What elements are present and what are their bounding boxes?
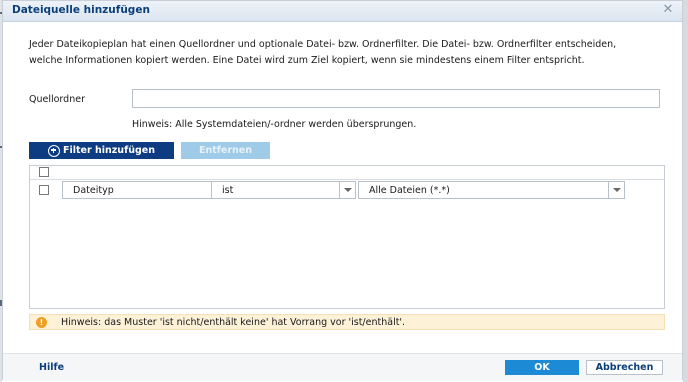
filter-value-select[interactable]: Alle Dateien (*.*) (358, 181, 625, 199)
filter-row: Dateityp ist Alle Dateien (*.*) (30, 179, 664, 201)
warning-icon: ! (36, 317, 47, 328)
add-filter-label: Filter hinzufügen (63, 145, 155, 156)
dialog-title: Dateiquelle hinzufügen (12, 4, 150, 16)
help-link[interactable]: Hilfe (39, 362, 64, 373)
close-icon[interactable]: ✕ (660, 2, 676, 18)
filter-value-value: Alle Dateien (*.*) (369, 185, 450, 196)
filter-operator-select[interactable]: ist (211, 181, 356, 199)
system-files-hint: Hinweis: Alle Systemdateien/-ordner werd… (132, 119, 417, 130)
cancel-button[interactable]: Abbrechen (586, 360, 663, 375)
dialog-titlebar: Dateiquelle hinzufügen ✕ (3, 1, 682, 22)
source-folder-label: Quellordner (29, 94, 85, 105)
filter-row-checkbox[interactable] (39, 185, 49, 195)
add-file-source-dialog: Dateiquelle hinzufügen ✕ Jeder Dateikopi… (2, 0, 683, 381)
chevron-down-icon[interactable] (339, 182, 355, 198)
chevron-down-icon[interactable] (608, 182, 624, 198)
remove-button[interactable]: Entfernen (181, 142, 270, 159)
filter-type-value: Dateityp (73, 185, 114, 196)
filter-table-header (30, 166, 664, 180)
intro-text: Jeder Dateikopieplan hat einen Quellordn… (29, 39, 617, 66)
source-folder-input[interactable] (132, 89, 660, 108)
ok-button[interactable]: OK (505, 360, 579, 375)
select-all-checkbox[interactable] (39, 167, 49, 177)
filter-table: Dateityp ist Alle Dateien (*.*) (29, 165, 665, 309)
background-window-edge (683, 0, 688, 382)
filter-type-select[interactable]: Dateityp (62, 181, 233, 199)
add-filter-button[interactable]: Filter hinzufügen (29, 142, 174, 159)
precedence-notice-text: Hinweis: das Muster 'ist nicht/enthält k… (61, 317, 406, 328)
dialog-footer: Hilfe OK Abbrechen (3, 353, 682, 381)
precedence-notice: ! Hinweis: das Muster 'ist nicht/enthält… (29, 314, 665, 330)
add-circle-icon (48, 144, 61, 157)
filter-operator-value: ist (222, 185, 234, 196)
